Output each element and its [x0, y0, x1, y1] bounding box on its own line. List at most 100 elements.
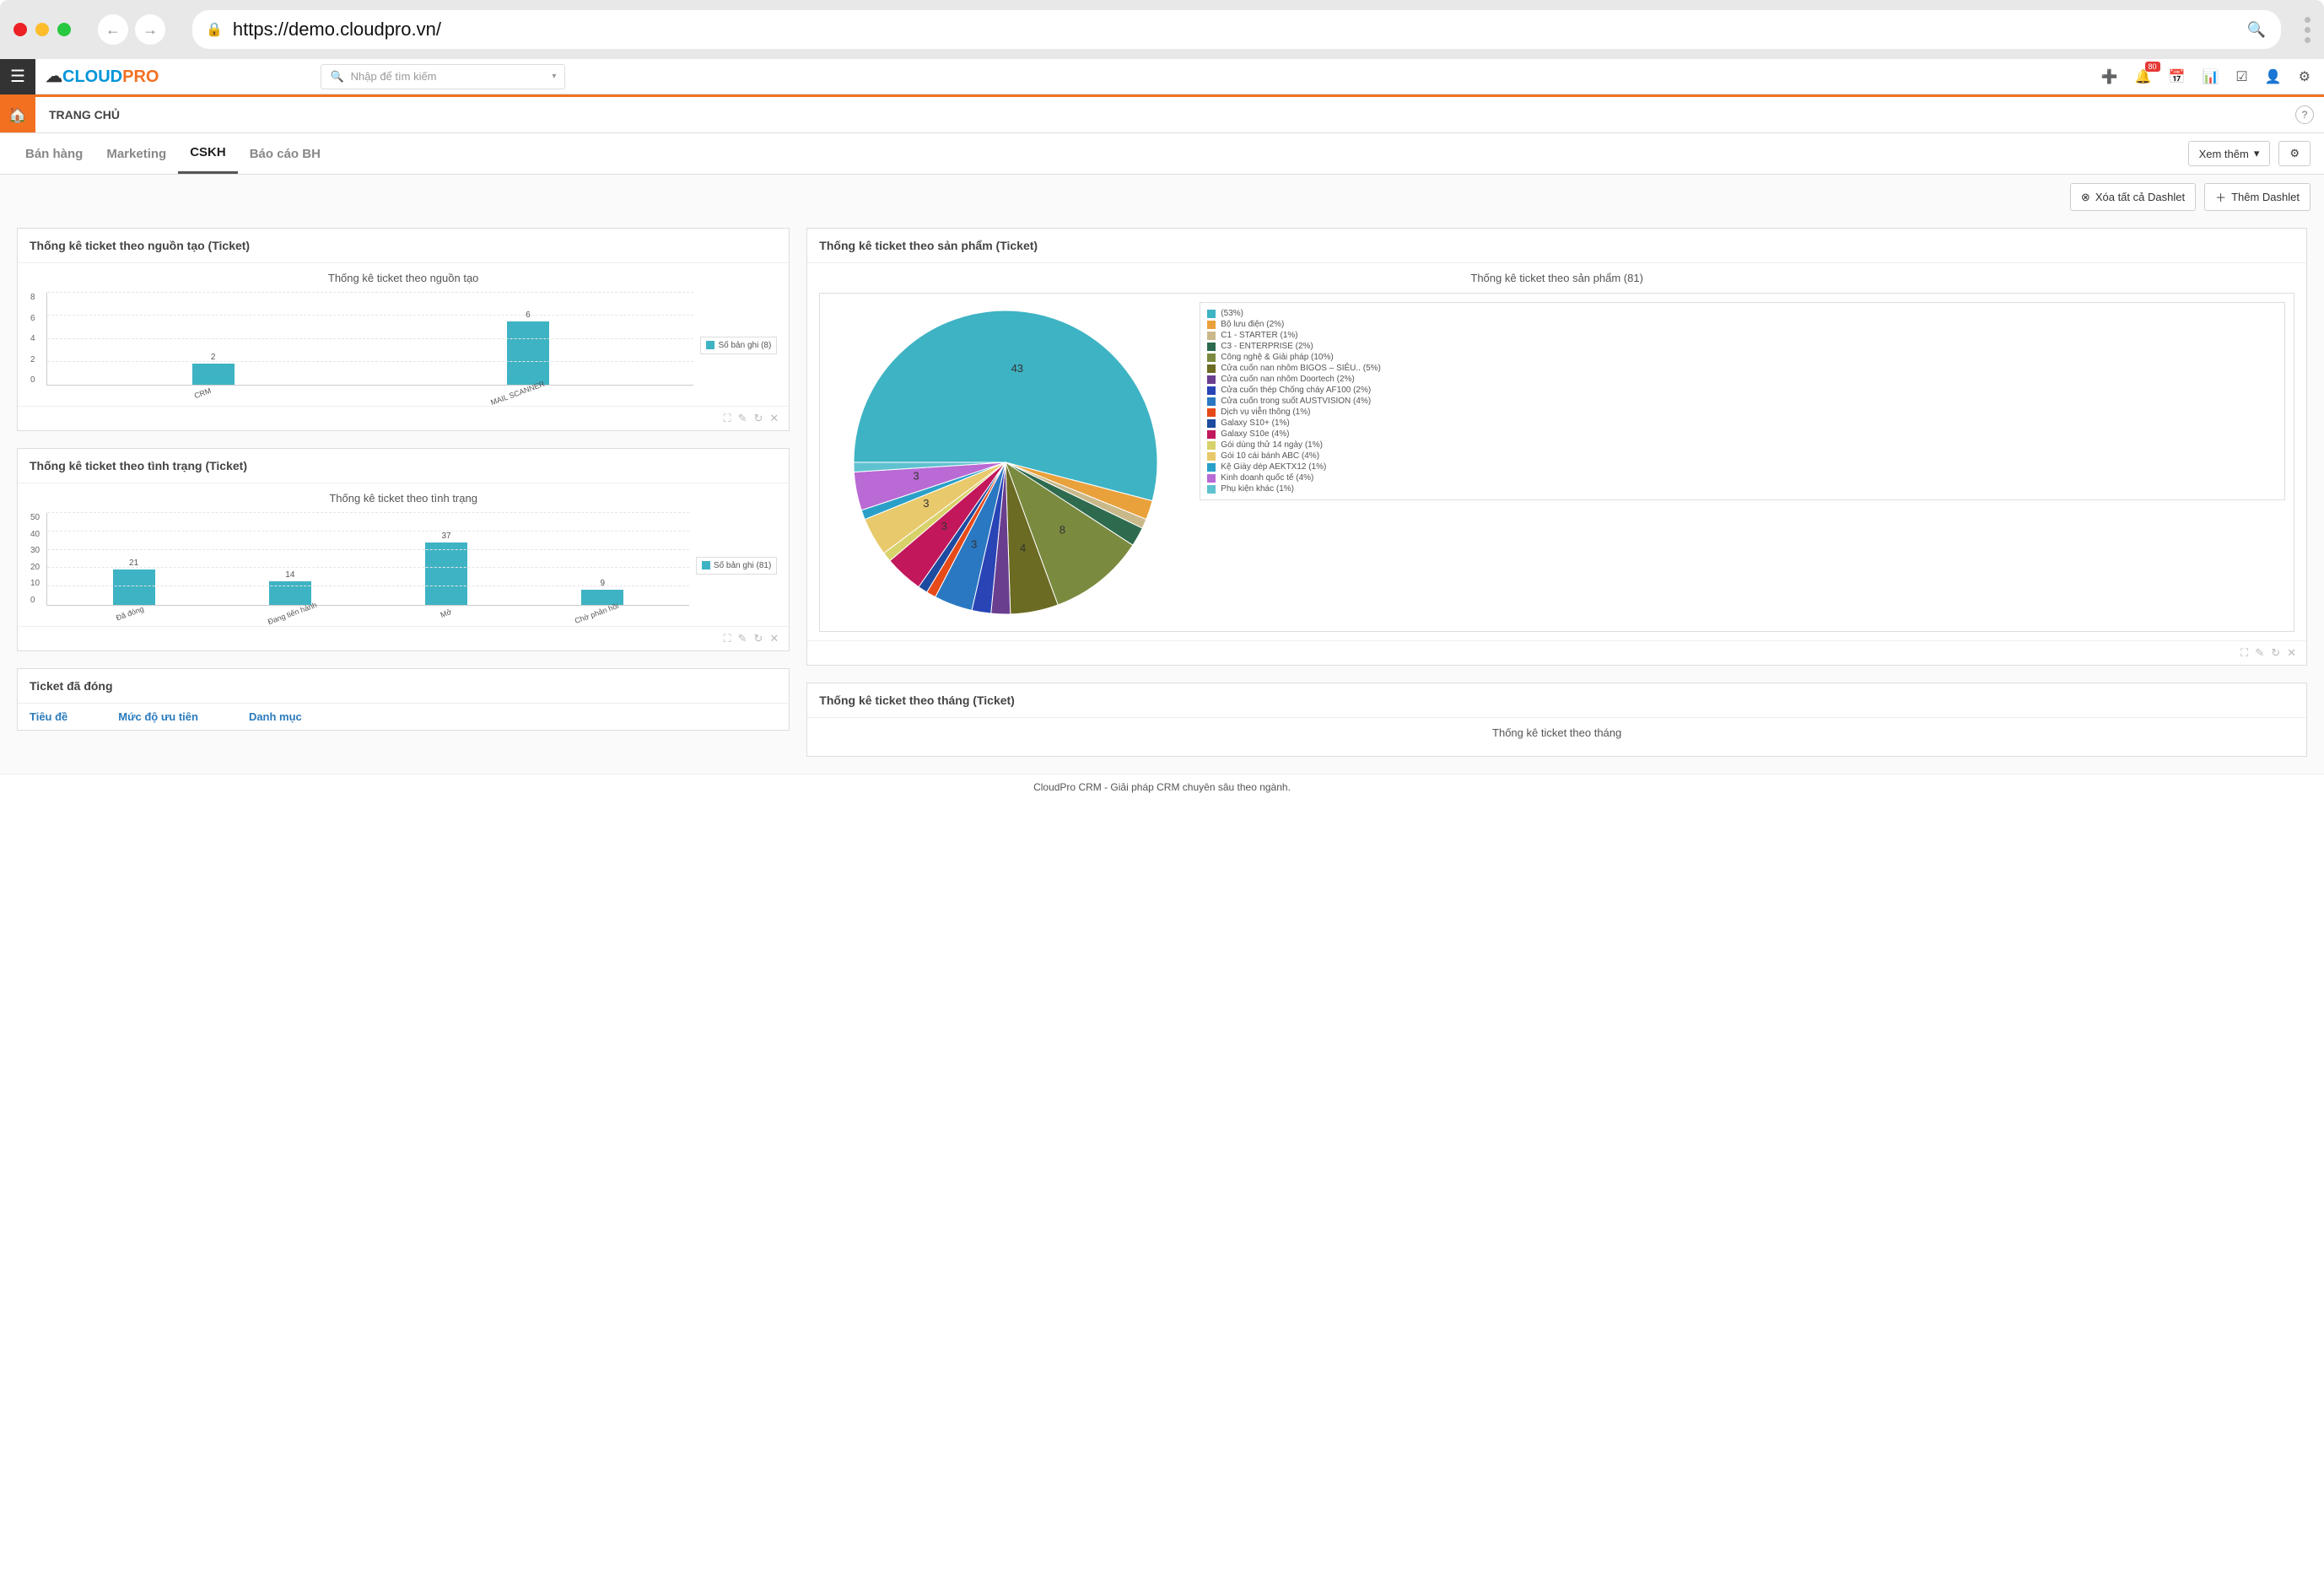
dashlet-footer: ⛶ ✎ ↻ ✕ [18, 626, 789, 650]
window-minimize-icon[interactable] [35, 23, 49, 36]
global-search-input[interactable]: 🔍 Nhập để tìm kiếm ▾ [321, 64, 565, 89]
legend-item[interactable]: C1 - STARTER (1%) [1207, 330, 2278, 341]
bar: 21 [109, 559, 159, 605]
search-icon[interactable]: 🔍 [2247, 21, 2266, 39]
legend-item[interactable]: Cửa cuốn trong suốt AUSTVISION (4%) [1207, 396, 2278, 407]
legend-item[interactable]: C3 - ENTERPRISE (2%) [1207, 341, 2278, 352]
dashlet-footer: ⛶ ✎ ↻ ✕ [18, 406, 789, 430]
legend-item[interactable]: Cửa cuốn nan nhôm Doortech (2%) [1207, 374, 2278, 385]
logo-cloud-icon: ☁ [46, 67, 62, 86]
edit-icon[interactable]: ✎ [738, 412, 747, 425]
window-close-icon[interactable] [13, 23, 27, 36]
dashlet-closed-tickets: Ticket đã đóng Tiêu đề Mức độ ưu tiên Da… [17, 668, 790, 731]
dashlet-ticket-by-month: Thống kê ticket theo tháng (Ticket) Thốn… [806, 683, 2307, 757]
legend-item[interactable]: Công nghệ & Giải pháp (10%) [1207, 352, 2278, 363]
chart-icon[interactable]: 📊 [2202, 68, 2219, 85]
bar-chart-status: 50403020100 2114379 Đã đóngĐang tiến hàn… [30, 513, 777, 618]
col-priority[interactable]: Mức độ ưu tiên [118, 710, 198, 723]
table-headers: Tiêu đề Mức độ ưu tiên Danh mục [18, 704, 789, 730]
pie-legend: (53%)Bộ lưu điện (2%)C1 - STARTER (1%)C3… [1200, 302, 2285, 500]
edit-icon[interactable]: ✎ [738, 632, 747, 645]
legend-item[interactable]: Gói dùng thử 14 ngày (1%) [1207, 440, 2278, 451]
hamburger-menu-icon[interactable]: ☰ [0, 59, 35, 94]
refresh-icon[interactable]: ↻ [753, 412, 763, 425]
tab-cskh[interactable]: CSKH [178, 133, 238, 174]
gear-icon: ⚙ [2289, 147, 2300, 160]
legend-item[interactable]: Phụ kiện khác (1%) [1207, 483, 2278, 494]
url-text: https://demo.cloudpro.vn/ [233, 19, 441, 40]
dashlet-body: Thống kê ticket theo tình trạng 50403020… [18, 483, 789, 626]
dashboard: Thống kê ticket theo nguồn tạo (Ticket) … [0, 219, 2324, 774]
chart-title: Thống kê ticket theo sản phẩm (81) [819, 272, 2294, 284]
legend-item[interactable]: Kệ Giày dép AEKTX12 (1%) [1207, 461, 2278, 472]
refresh-icon[interactable]: ↻ [753, 632, 763, 645]
dashlet-body: Thống kê ticket theo nguồn tạo 86420 26 … [18, 263, 789, 406]
legend-item[interactable]: Dịch vụ viễn thông (1%) [1207, 407, 2278, 418]
close-icon[interactable]: ✕ [769, 412, 779, 425]
tab-actions: Xem thêm ▾ ⚙ [2188, 141, 2311, 166]
search-placeholder: Nhập để tìm kiếm [351, 70, 437, 83]
bar-chart-plot: 86420 26 [46, 293, 693, 386]
traffic-lights [13, 23, 71, 36]
legend-item[interactable]: Cửa cuốn nan nhôm BIGOS – SIÊU.. (5%) [1207, 363, 2278, 374]
tabs-row: Bán hàng Marketing CSKH Báo cáo BH Xem t… [0, 133, 2324, 175]
tab-ban-hang[interactable]: Bán hàng [13, 135, 94, 173]
legend-item[interactable]: Bộ lưu điện (2%) [1207, 319, 2278, 330]
app-header: ☰ ☁CLOUDPRO 🔍 Nhập để tìm kiếm ▾ ➕ 🔔80 📅… [0, 59, 2324, 94]
tab-bao-cao-bh[interactable]: Báo cáo BH [238, 135, 332, 173]
chart-title: Thống kê ticket theo tháng [819, 726, 2294, 739]
legend-item[interactable]: Cửa cuốn thép Chống cháy AF100 (2%) [1207, 385, 2278, 396]
legend-item[interactable]: (53%) [1207, 308, 2278, 319]
notification-bell-icon[interactable]: 🔔80 [2135, 68, 2152, 85]
pie-slice-label: 43 [1011, 362, 1023, 375]
url-bar[interactable]: 🔒 https://demo.cloudpro.vn/ 🔍 [192, 10, 2281, 49]
expand-icon[interactable]: ⛶ [723, 412, 731, 425]
pie-slice-label: 3 [914, 470, 919, 483]
legend-item[interactable]: Gói 10 cái bánh ABC (4%) [1207, 451, 2278, 461]
chart-title: Thống kê ticket theo nguồn tạo [30, 272, 777, 284]
search-icon: 🔍 [330, 70, 343, 84]
close-icon[interactable]: ✕ [769, 632, 779, 645]
gear-icon[interactable]: ⚙ [2299, 68, 2311, 85]
expand-icon[interactable]: ⛶ [723, 632, 731, 645]
dashlet-ticket-by-status: Thống kê ticket theo tình trạng (Ticket)… [17, 448, 790, 651]
tab-settings-button[interactable]: ⚙ [2278, 141, 2311, 166]
tab-marketing[interactable]: Marketing [94, 135, 178, 173]
add-dashlet-button[interactable]: ＋Thêm Dashlet [2204, 183, 2311, 211]
add-icon[interactable]: ➕ [2101, 68, 2118, 85]
help-icon[interactable]: ? [2295, 105, 2314, 124]
user-icon[interactable]: 👤 [2265, 68, 2282, 85]
expand-icon[interactable]: ⛶ [2240, 646, 2248, 660]
view-more-button[interactable]: Xem thêm ▾ [2188, 141, 2271, 166]
pie-svg: 43843333 [828, 302, 1183, 623]
legend-item[interactable]: Kinh doanh quốc tế (4%) [1207, 472, 2278, 483]
legend-item[interactable]: Galaxy S10e (4%) [1207, 429, 2278, 440]
remove-all-dashlet-button[interactable]: ⊗Xóa tất cả Dashlet [2070, 183, 2196, 211]
dashlet-body: Thống kê ticket theo tháng [807, 718, 2306, 756]
home-dashboard-icon[interactable]: 🏠 [0, 97, 35, 132]
bar: 6 [503, 310, 553, 385]
close-icon[interactable]: ✕ [2287, 646, 2296, 660]
window-maximize-icon[interactable] [57, 23, 71, 36]
plus-icon: ＋ [2215, 189, 2226, 205]
dashlet-ticket-by-source: Thống kê ticket theo nguồn tạo (Ticket) … [17, 228, 790, 431]
legend-item[interactable]: Galaxy S10+ (1%) [1207, 418, 2278, 429]
browser-back-button[interactable]: ← [98, 14, 128, 45]
dashlet-ticket-by-product: Thống kê ticket theo sản phẩm (Ticket) T… [806, 228, 2307, 666]
y-axis: 50403020100 [30, 513, 40, 605]
bar-chart-plot: 50403020100 2114379 [46, 513, 689, 606]
task-check-icon[interactable]: ☑ [2235, 68, 2247, 85]
browser-menu-icon[interactable] [2305, 17, 2311, 43]
col-title[interactable]: Tiêu đề [30, 710, 67, 723]
edit-icon[interactable]: ✎ [2255, 646, 2264, 660]
bar: 2 [188, 353, 239, 385]
page-title: TRANG CHỦ [35, 108, 133, 121]
browser-chrome: ← → 🔒 https://demo.cloudpro.vn/ 🔍 [0, 0, 2324, 59]
col-category[interactable]: Danh mục [249, 710, 302, 723]
calendar-icon[interactable]: 📅 [2169, 68, 2186, 85]
logo[interactable]: ☁CLOUDPRO [35, 66, 169, 87]
refresh-icon[interactable]: ↻ [2271, 646, 2280, 660]
browser-forward-button[interactable]: → [135, 14, 165, 45]
caret-down-icon: ▾ [2254, 147, 2260, 160]
chevron-down-icon[interactable]: ▾ [552, 72, 556, 81]
